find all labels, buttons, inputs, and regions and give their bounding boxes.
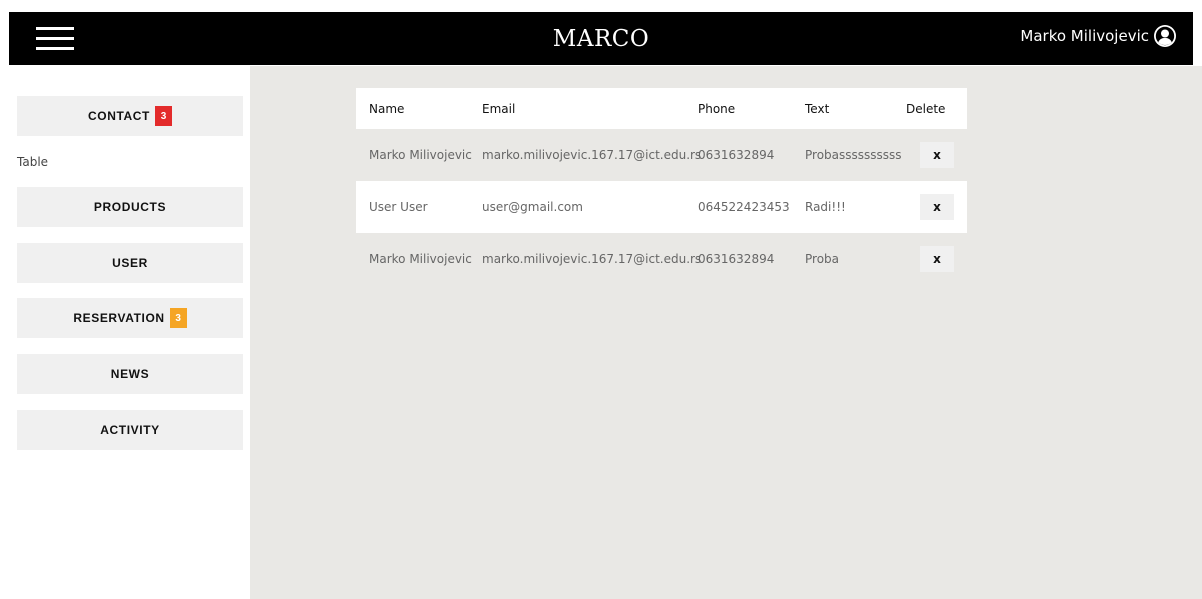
table-header-row: Name Email Phone Text Delete: [356, 88, 967, 129]
sidebar-subitem-table[interactable]: Table: [17, 155, 48, 169]
brand-title: MARCO: [552, 26, 650, 52]
table-row: Marko Milivojevic marko.milivojevic.167.…: [356, 129, 967, 181]
delete-button[interactable]: x: [920, 142, 954, 168]
sidebar-item-user[interactable]: USER: [17, 243, 243, 283]
main-content: Name Email Phone Text Delete Marko Miliv…: [250, 66, 1202, 599]
cell-phone: 0631632894: [698, 252, 775, 266]
column-header-delete: Delete: [906, 101, 946, 116]
cell-text: Probassssssssss: [805, 148, 902, 162]
cell-phone: 064522423453: [698, 200, 790, 214]
contact-count-badge: 3: [154, 106, 172, 126]
cell-text: Radi!!!: [805, 200, 846, 214]
user-circle-icon: [1154, 25, 1176, 47]
sidebar-item-label: CONTACT: [88, 109, 150, 123]
cell-name: Marko Milivojevic: [369, 148, 472, 162]
cell-phone: 0631632894: [698, 148, 775, 162]
user-name: Marko Milivojevic: [1020, 27, 1149, 45]
sidebar-item-label: PRODUCTS: [93, 200, 167, 214]
cell-email: user@gmail.com: [482, 200, 583, 214]
sidebar-item-label: USER: [112, 256, 148, 270]
cell-name: User User: [369, 200, 428, 214]
sidebar-item-label: NEWS: [110, 367, 150, 381]
sidebar-item-products[interactable]: PRODUCTS: [17, 187, 243, 227]
sidebar-item-activity[interactable]: ACTIVITY: [17, 410, 243, 450]
column-header-email: Email: [482, 101, 516, 116]
user-menu[interactable]: Marko Milivojevic: [1020, 24, 1177, 48]
cell-email: marko.milivojevic.167.17@ict.edu.rs: [482, 252, 702, 266]
sidebar-item-reservation[interactable]: RESERVATION 3: [17, 298, 243, 338]
delete-button[interactable]: x: [920, 194, 954, 220]
column-header-name: Name: [369, 101, 405, 116]
sidebar-item-label: RESERVATION: [73, 311, 165, 325]
cell-name: Marko Milivojevic: [369, 252, 472, 266]
sidebar-item-contact[interactable]: CONTACT 3: [17, 96, 243, 136]
column-header-text: Text: [805, 101, 830, 116]
sidebar-item-news[interactable]: NEWS: [17, 354, 243, 394]
reservation-count-badge: 3: [169, 308, 187, 328]
table-row: User User user@gmail.com 064522423453 Ra…: [356, 181, 967, 233]
sidebar-item-label: ACTIVITY: [100, 423, 160, 437]
column-header-phone: Phone: [698, 101, 736, 116]
contact-table: Name Email Phone Text Delete Marko Miliv…: [356, 88, 967, 285]
cell-email: marko.milivojevic.167.17@ict.edu.rs: [482, 148, 702, 162]
delete-button[interactable]: x: [920, 246, 954, 272]
cell-text: Proba: [805, 252, 840, 266]
top-navbar: MARCO Marko Milivojevic: [9, 12, 1193, 65]
table-row: Marko Milivojevic marko.milivojevic.167.…: [356, 233, 967, 285]
